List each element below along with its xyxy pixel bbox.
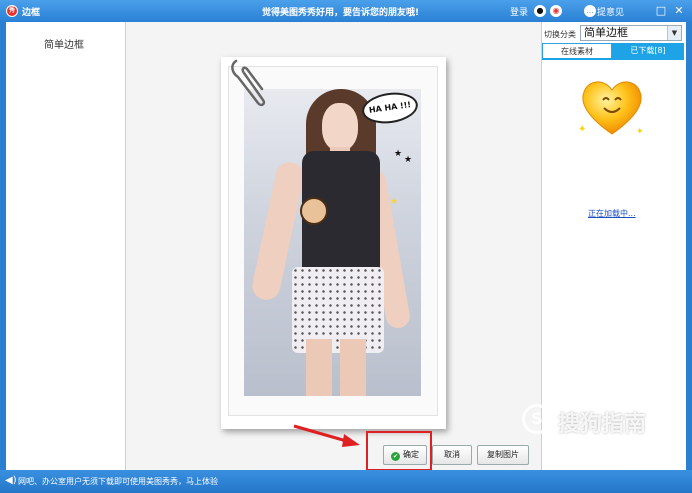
app-logo-icon: 秀: [6, 5, 18, 17]
qq-icon[interactable]: ●: [534, 5, 546, 17]
category-select[interactable]: 简单边框 ▼: [580, 25, 682, 41]
ok-label: 确定: [403, 450, 419, 459]
check-icon: ✔: [391, 452, 400, 461]
speaker-icon: ◀): [5, 475, 17, 486]
ok-button[interactable]: ✔ 确定: [383, 445, 427, 465]
photo-figure-leg-right: [340, 339, 366, 396]
material-panel: 切换分类 简单边框 ▼ 在线素材 已下载[8] ✦ ✦ 正在加载中...: [541, 22, 686, 470]
star-icon: ★: [390, 197, 399, 207]
tab-downloaded[interactable]: 已下载[8]: [612, 43, 684, 58]
dropdown-arrow-icon[interactable]: ▼: [667, 26, 681, 40]
star-icon: ★: [404, 155, 413, 165]
status-bar: ◀) 网吧、办公室用户无须下载即可使用美图秀秀，马上体验: [0, 470, 692, 493]
status-promo-link[interactable]: 网吧、办公室用户无须下载即可使用美图秀秀，马上体验: [18, 476, 218, 487]
frame-category-title[interactable]: 简单边框: [44, 36, 84, 51]
close-icon[interactable]: ✕: [672, 4, 686, 18]
red-arrow-icon: [293, 424, 360, 447]
photo-figure-face: [322, 103, 358, 151]
photo-figure-leg-left: [306, 339, 332, 396]
weibo-icon[interactable]: ◉: [550, 5, 562, 17]
cancel-button[interactable]: 取消: [432, 445, 472, 465]
loading-link[interactable]: 正在加载中...: [588, 208, 636, 219]
frame-list-panel: 简单边框: [6, 22, 126, 470]
category-label: 切换分类: [544, 30, 576, 39]
title-bar: 秀 边框 觉得美图秀秀好用，要告诉您的朋友哦! 登录 ● ◉ … 提意见 □ ✕: [0, 0, 692, 22]
watermark-url: zhinan.sogou.com: [542, 442, 643, 455]
login-link[interactable]: 登录: [510, 5, 528, 18]
slogan-text: 觉得美图秀秀好用，要告诉您的朋友哦!: [262, 8, 420, 18]
minimize-icon[interactable]: □: [654, 4, 668, 18]
watermark-logo-icon: S: [522, 404, 552, 434]
svg-text:✦: ✦: [578, 124, 586, 135]
tab-online-materials[interactable]: 在线素材: [542, 43, 612, 58]
feedback-link[interactable]: 提意见: [597, 5, 624, 18]
category-select-value: 简单边框: [584, 26, 628, 39]
watermark-text: 搜狗指南: [558, 412, 647, 437]
paperclip-icon: [231, 59, 266, 107]
witch-sticker: [300, 197, 328, 225]
window-title: 边框: [22, 8, 41, 18]
feedback-icon[interactable]: …: [584, 5, 596, 17]
copy-image-button[interactable]: 复制图片: [477, 445, 529, 465]
photo-preview: HA HA !!! ★ ★ ★: [244, 89, 421, 396]
heart-icon[interactable]: ✦ ✦: [576, 72, 648, 144]
svg-text:✦: ✦: [636, 127, 644, 137]
star-icon: ★: [394, 149, 403, 159]
